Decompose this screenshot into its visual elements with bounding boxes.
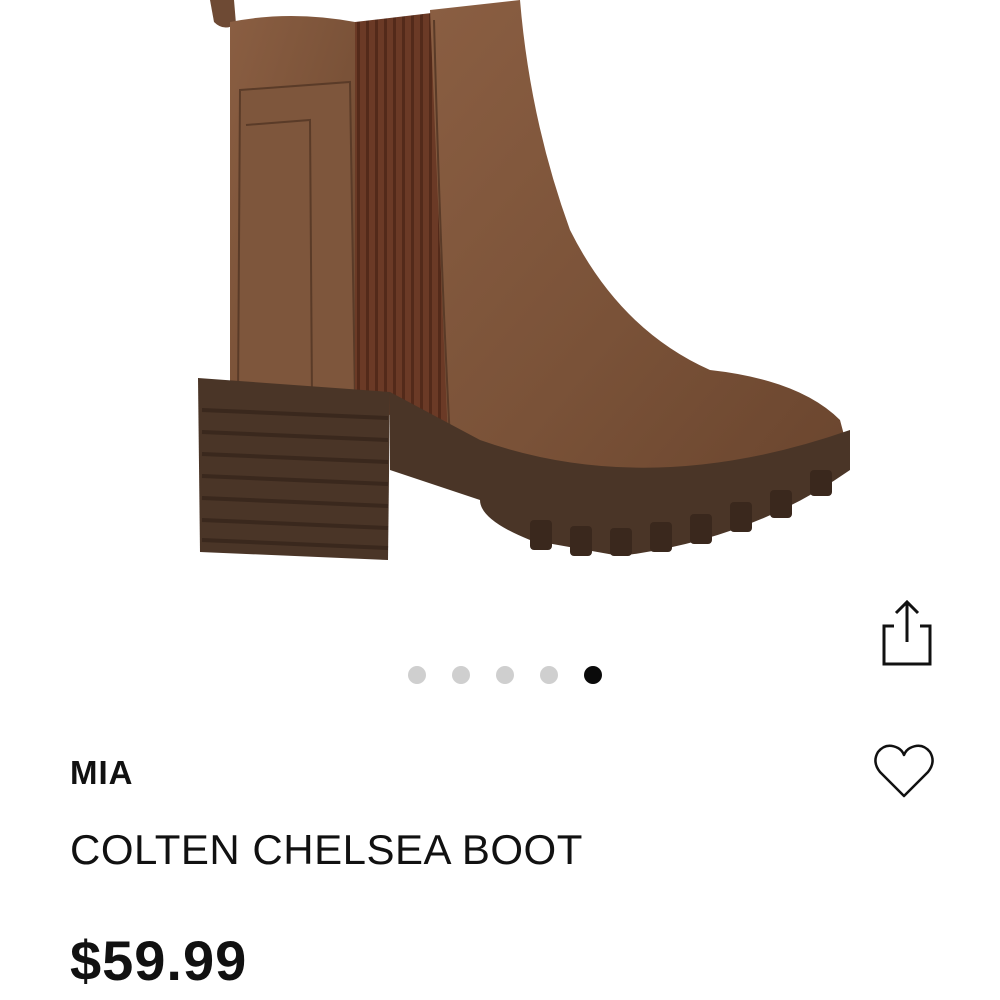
carousel-dot-2[interactable] <box>452 666 470 684</box>
carousel-dot-5[interactable] <box>584 666 602 684</box>
carousel-dot-3[interactable] <box>496 666 514 684</box>
product-price: $59.99 <box>70 929 248 992</box>
product-title: COLTEN CHELSEA BOOT <box>70 826 583 873</box>
product-detail-page: MIA COLTEN CHELSEA BOOT $59.99 <box>0 0 1000 1000</box>
product-image[interactable] <box>150 0 870 590</box>
share-icon[interactable] <box>872 596 938 670</box>
carousel-dot-4[interactable] <box>540 666 558 684</box>
brand-name[interactable]: MIA <box>70 754 134 792</box>
carousel-dot-1[interactable] <box>408 666 426 684</box>
heart-icon[interactable] <box>868 736 940 808</box>
image-carousel-dots <box>408 666 602 684</box>
